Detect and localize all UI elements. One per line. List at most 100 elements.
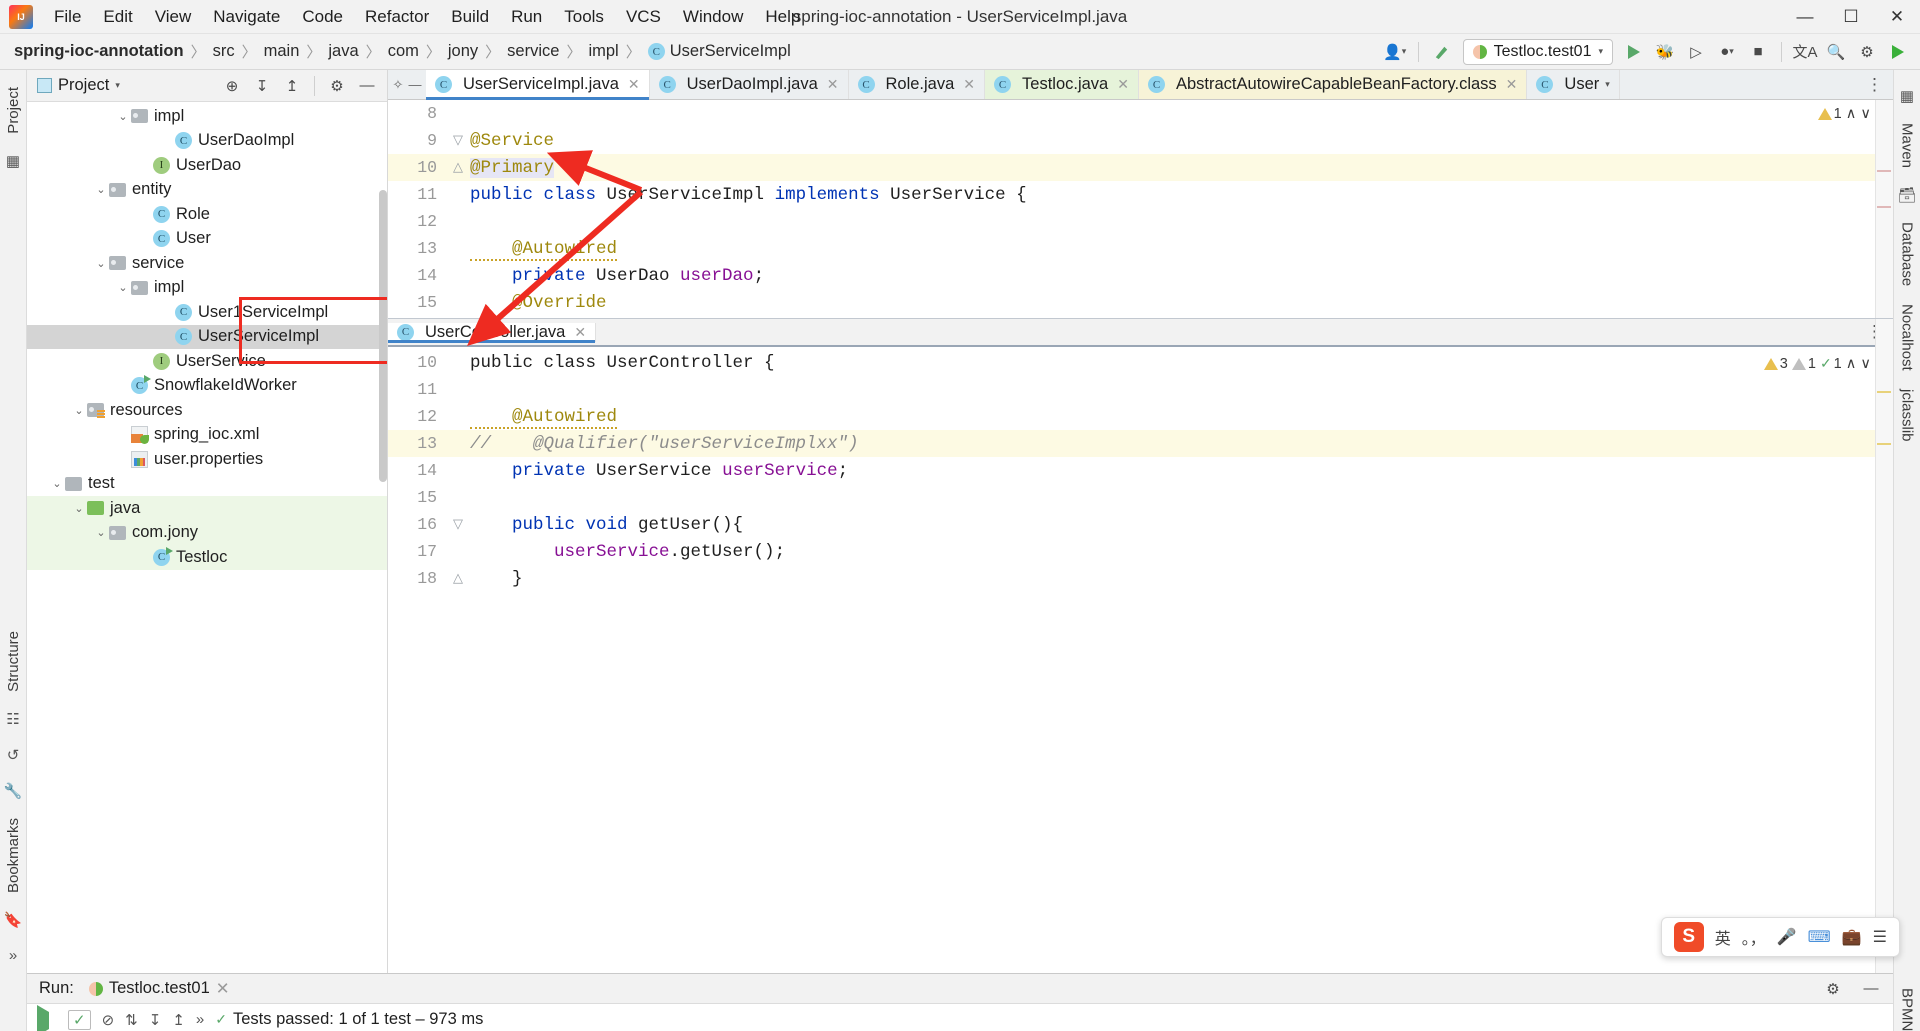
close-icon[interactable]: ✕: [1117, 76, 1129, 93]
code-line-11[interactable]: 11 public class UserServiceImpl implement…: [388, 181, 1893, 208]
code-fold-icon[interactable]: ▽: [450, 133, 466, 148]
tree-node-userdaoimpl[interactable]: C UserDaoImpl: [27, 129, 387, 154]
editor-pane-usercontroller[interactable]: C UserController.java ✕ ⋮ 3 1 ✓: [388, 318, 1893, 973]
collapse-all-icon[interactable]: ↥: [278, 72, 306, 100]
code-lines-bottom[interactable]: 10 public class UserController {11 12 @Aut…: [388, 347, 1893, 592]
prev-problem-icon[interactable]: ∧: [1846, 356, 1857, 372]
chevron-down-icon[interactable]: ⌄: [71, 502, 87, 515]
code-line-10[interactable]: 10 public class UserController {: [388, 349, 1893, 376]
menu-edit[interactable]: Edit: [92, 2, 143, 32]
rail-nocalhost[interactable]: Nocalhost: [1899, 295, 1916, 380]
code-fold-icon[interactable]: ▽: [450, 517, 466, 532]
hammer-icon[interactable]: [1428, 38, 1456, 66]
tab-user[interactable]: C User ▾: [1527, 70, 1620, 99]
breadcrumb-class[interactable]: C UserServiceImpl: [647, 42, 791, 61]
tree-node-user[interactable]: C User: [27, 227, 387, 252]
code-line-12[interactable]: 12: [388, 208, 1893, 235]
tree-node-service[interactable]: ⌄ service: [27, 251, 387, 276]
rerun-icon[interactable]: [37, 1005, 49, 1031]
menu-icon[interactable]: ☰: [1873, 927, 1887, 947]
code-line-8[interactable]: 8: [388, 100, 1893, 127]
tab-overflow-menu[interactable]: ⋮: [1856, 70, 1893, 99]
ime-punctuation-icon[interactable]: 。，: [1742, 925, 1766, 949]
rail-bookmarks[interactable]: Bookmarks: [5, 809, 22, 902]
breadcrumb-impl[interactable]: impl: [588, 42, 618, 61]
hide-panel-icon[interactable]: —: [353, 72, 381, 100]
inspection-summary-top[interactable]: 1 ∧ ∨: [1817, 106, 1871, 122]
run-button[interactable]: [1620, 38, 1648, 66]
ime-mode-label[interactable]: 英: [1715, 925, 1731, 949]
tab-userdaoimpl[interactable]: C UserDaoImpl.java ✕: [649, 70, 849, 99]
code-line-12[interactable]: 12 @Autowired: [388, 403, 1893, 430]
settings-button[interactable]: ⚙: [1853, 38, 1881, 66]
tree-node-snowflakeidworker[interactable]: C SnowflakeIdWorker: [27, 374, 387, 399]
code-line-16[interactable]: 16 ▽ public void getUser(){: [388, 511, 1893, 538]
next-problem-icon[interactable]: ∨: [1860, 356, 1871, 372]
close-icon[interactable]: ✕: [216, 979, 230, 999]
code-line-15[interactable]: 15 @Override: [388, 289, 1893, 316]
breadcrumb-com[interactable]: com: [388, 42, 419, 61]
menu-build[interactable]: Build: [440, 2, 500, 32]
chevron-down-icon[interactable]: ▾: [115, 80, 120, 91]
menu-tools[interactable]: Tools: [553, 2, 615, 32]
menu-file[interactable]: File: [43, 2, 92, 32]
debug-button[interactable]: 🐝: [1651, 38, 1679, 66]
code-line-17[interactable]: 17 userService.getUser();: [388, 538, 1893, 565]
menu-run[interactable]: Run: [500, 2, 553, 32]
chevron-down-icon[interactable]: ⌄: [115, 110, 131, 123]
breadcrumb-src[interactable]: src: [213, 42, 235, 61]
inspection-summary-bottom[interactable]: 3 1 ✓ 1 ∧ ∨: [1763, 355, 1871, 372]
translate-button[interactable]: 文A: [1791, 38, 1819, 66]
rail-project[interactable]: Project: [5, 78, 22, 143]
next-problem-icon[interactable]: ∨: [1860, 106, 1871, 122]
tab-userserviceimpl[interactable]: C UserServiceImpl.java ✕: [426, 70, 650, 100]
code-line-13[interactable]: 13 @Autowired: [388, 235, 1893, 262]
more-icon[interactable]: »: [196, 1011, 204, 1028]
tree-node-userserviceimpl[interactable]: C UserServiceImpl: [27, 324, 387, 349]
sort-alphabetically-icon[interactable]: ⇅: [125, 1011, 138, 1029]
chevron-down-icon[interactable]: ⌄: [49, 477, 65, 490]
minimize-button[interactable]: —: [1782, 0, 1828, 34]
more-icon[interactable]: »: [9, 938, 17, 973]
tree-node-user1serviceimpl[interactable]: C User1ServiceImpl: [27, 300, 387, 325]
filter-passed-icon[interactable]: ✓: [68, 1009, 91, 1030]
maximize-button[interactable]: ☐: [1828, 0, 1874, 34]
gear-icon[interactable]: ⚙: [1819, 975, 1847, 1003]
editor-pane-userserviceimpl[interactable]: 1 ∧ ∨ 8 9 ▽ @Service 10 △ @Primary 11 public cla…: [388, 100, 1893, 318]
rail-structure[interactable]: Structure: [5, 622, 22, 701]
close-button[interactable]: ✕: [1874, 0, 1920, 34]
tree-node-impl[interactable]: ⌄ impl: [27, 276, 387, 301]
rail-database[interactable]: Database: [1899, 213, 1916, 295]
code-line-10[interactable]: 10 △ @Primary: [388, 154, 1893, 181]
code-line-14[interactable]: 14 private UserDao userDao;: [388, 262, 1893, 289]
tab-usercontroller[interactable]: C UserController.java ✕: [388, 322, 597, 343]
tree-node-testloc[interactable]: C Testloc: [27, 545, 387, 570]
tree-node-entity[interactable]: ⌄ entity: [27, 178, 387, 203]
hide-editor-icon[interactable]: —: [408, 77, 421, 92]
breadcrumb-jony[interactable]: jony: [448, 42, 478, 61]
prev-problem-icon[interactable]: ∧: [1846, 106, 1857, 122]
tab-abstractautowirecapablebeanfactory[interactable]: C AbstractAutowireCapableBeanFactory.cla…: [1138, 70, 1528, 99]
project-tree[interactable]: ⌄ impl C UserDaoImpl I UserDao ⌄ entity C Role C Us…: [27, 102, 387, 973]
inspection-gutter-top[interactable]: [1875, 100, 1893, 318]
tab-testloc[interactable]: C Testloc.java ✕: [985, 70, 1139, 99]
code-line-9[interactable]: 9 ▽ @Service: [388, 127, 1893, 154]
breadcrumb-java[interactable]: java: [328, 42, 358, 61]
inspection-gutter-bottom[interactable]: [1875, 319, 1893, 973]
menu-refactor[interactable]: Refactor: [354, 2, 440, 32]
hide-panel-icon[interactable]: —: [1857, 975, 1885, 1003]
run-tab-testloc[interactable]: Testloc.test01 ✕: [83, 977, 236, 1001]
collapse-all-icon[interactable]: ↥: [172, 1011, 185, 1029]
menu-help[interactable]: Help: [754, 2, 811, 32]
rail-bpmn[interactable]: BPMN-Activiti-Diagram: [1899, 979, 1916, 1031]
tree-node-resources[interactable]: ⌄ resources: [27, 398, 387, 423]
menu-vcs[interactable]: VCS: [615, 2, 672, 32]
chevron-down-icon[interactable]: ⌄: [93, 183, 109, 196]
close-icon[interactable]: ✕: [1506, 76, 1518, 93]
code-line-13[interactable]: 13 // @Qualifier("userServiceImplxx"): [388, 430, 1893, 457]
expand-all-icon[interactable]: ↧: [149, 1011, 162, 1029]
chevron-down-icon[interactable]: ⌄: [115, 281, 131, 294]
chevron-down-icon[interactable]: ⌄: [71, 404, 87, 417]
pin-icon[interactable]: ✧: [393, 77, 404, 93]
locate-file-icon[interactable]: ⊕: [218, 72, 246, 100]
